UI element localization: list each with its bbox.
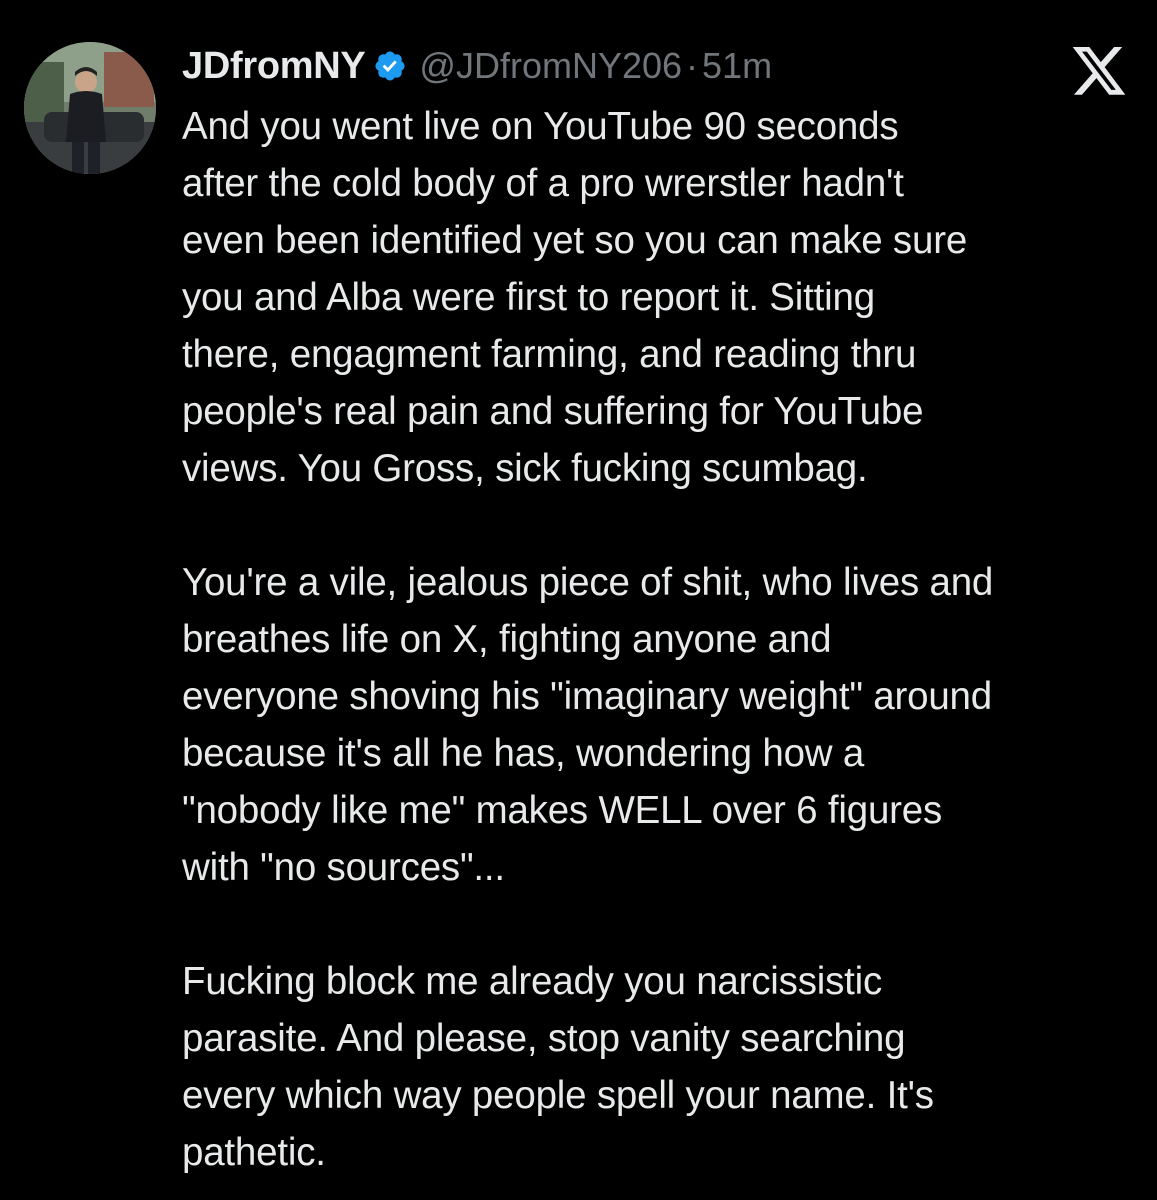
timestamp[interactable]: 51m [702, 45, 772, 87]
tweet-paragraph: And you went live on YouTube 90 seconds … [182, 105, 968, 490]
avatar[interactable] [24, 42, 156, 174]
display-name[interactable]: JDfromNY [182, 45, 366, 88]
avatar-image [24, 42, 156, 174]
x-logo-icon[interactable] [1072, 47, 1128, 97]
tweet-card: JDfromNY @JDfromNY206 · 51m And you went… [0, 0, 1157, 1200]
tweet-text: And you went live on YouTube 90 seconds … [182, 98, 1142, 1181]
verified-badge-icon [373, 49, 407, 83]
separator-dot: · [686, 45, 699, 86]
author-handle[interactable]: @JDfromNY206 [419, 45, 682, 87]
tweet-header: JDfromNY @JDfromNY206 · 51m [182, 38, 772, 94]
tweet-paragraph: You're a vile, jealous piece of shit, wh… [182, 561, 994, 889]
tweet-paragraph: Fucking block me already you narcissisti… [182, 960, 934, 1174]
